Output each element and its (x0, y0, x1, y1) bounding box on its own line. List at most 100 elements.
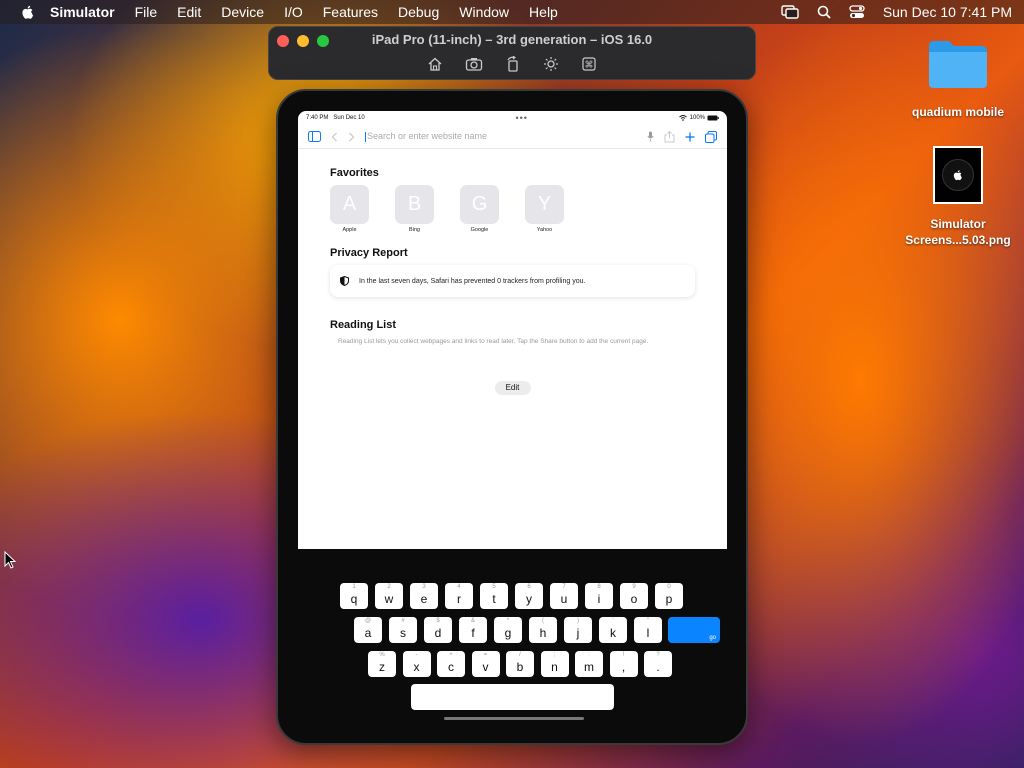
address-bar-placeholder: Search or enter website name (367, 131, 488, 142)
simulator-window-title: iPad Pro (11-inch) – 3rd generation – iO… (371, 32, 653, 47)
key-label: , (621, 660, 626, 674)
start-page: Favorites A Apple B Bing G Google Y Yaho… (298, 149, 727, 395)
edit-button[interactable]: Edit (494, 381, 531, 395)
mouse-pointer-icon (4, 551, 16, 569)
forward-icon[interactable] (348, 132, 355, 142)
favorite-label: Yahoo (536, 227, 553, 233)
menu-debug[interactable]: Debug (398, 4, 439, 20)
key-f[interactable]: & f (459, 617, 487, 643)
key-label: f (471, 626, 475, 640)
menubar-clock[interactable]: Sun Dec 10 7:41 PM (883, 4, 1012, 20)
desktop-screenshot-file[interactable]: Simulator Screens...5.03.png (898, 146, 1018, 248)
key-j[interactable]: ) j (564, 617, 592, 643)
key-e[interactable]: 3e (410, 583, 438, 609)
key-w[interactable]: 2w (375, 583, 403, 609)
key-h[interactable]: (h (529, 617, 557, 643)
back-icon[interactable] (331, 132, 338, 142)
key-u[interactable]: 7u (550, 583, 578, 609)
privacy-report-heading: Privacy Report (330, 247, 408, 259)
key-label: e (420, 592, 428, 606)
key-v[interactable]: = v (471, 651, 500, 677)
key-alt-label: 5 (492, 584, 496, 590)
key-alt-label: 9 (632, 584, 636, 590)
status-time: 7:40 PM (306, 115, 329, 121)
key-label: v (482, 660, 489, 674)
key-d[interactable]: $ d (424, 617, 452, 643)
key-c[interactable]: + c (437, 651, 465, 677)
key-q[interactable]: 1q (340, 583, 368, 609)
menu-edit[interactable]: Edit (177, 4, 201, 20)
privacy-report-card[interactable]: In the last seven days, Safari has preve… (330, 265, 695, 297)
multitasking-dots[interactable]: ••• (515, 113, 527, 123)
desktop-folder[interactable]: quadium mobile (902, 38, 1014, 119)
key-label: n (551, 660, 558, 674)
key-l[interactable]: " l (634, 617, 662, 643)
favorite-bing[interactable]: B Bing (395, 185, 434, 233)
key-z[interactable]: % z (368, 651, 396, 677)
menu-app-name[interactable]: Simulator (50, 4, 115, 20)
address-bar[interactable]: Search or enter website name (365, 131, 637, 142)
key-o[interactable]: 9o (620, 583, 648, 609)
key-m[interactable]: :m (575, 651, 603, 677)
ipad-device: 7:40 PM Sun Dec 10 ••• 100% Search or en… (276, 89, 748, 745)
share-icon[interactable] (664, 130, 675, 143)
screenshot-icon[interactable] (465, 56, 483, 72)
key-p[interactable]: 0p (655, 583, 683, 609)
favorite-apple[interactable]: A Apple (330, 185, 369, 233)
battery-percent: 100% (689, 115, 705, 121)
control-center-icon[interactable] (849, 5, 865, 19)
sidebar-toggle-icon[interactable] (308, 131, 321, 142)
key-label: . (656, 660, 660, 674)
menu-device[interactable]: Device (221, 4, 264, 20)
home-indicator[interactable] (444, 717, 584, 720)
menu-features[interactable]: Features (323, 4, 378, 20)
new-tab-icon[interactable] (685, 132, 695, 142)
command-icon[interactable]: ⌘ (581, 56, 597, 72)
menu-window[interactable]: Window (459, 4, 509, 20)
tabs-overview-icon[interactable] (705, 130, 717, 143)
status-date: Sun Dec 10 (333, 115, 365, 121)
rotate-icon[interactable] (505, 56, 521, 72)
screen-mirroring-icon[interactable] (781, 5, 799, 19)
key-,[interactable]: !, (609, 651, 638, 677)
key-alt-label: * (506, 618, 510, 624)
menu-help[interactable]: Help (529, 4, 558, 20)
privacy-report-text: In the last seven days, Safari has preve… (359, 277, 586, 285)
key-label: j (576, 626, 580, 640)
appearance-icon[interactable] (543, 56, 559, 72)
key-b[interactable]: / b (506, 651, 534, 677)
favorite-label: Google (470, 227, 489, 233)
go-key[interactable]: go (668, 617, 720, 643)
file-label-line1: Simulator (930, 217, 986, 231)
key-label: d (434, 626, 442, 640)
menu-file[interactable]: File (135, 4, 158, 20)
key-.[interactable]: ?. (644, 651, 672, 677)
key-r[interactable]: 4r (445, 583, 473, 609)
home-icon[interactable] (427, 56, 443, 72)
spotlight-search-icon[interactable] (817, 5, 831, 19)
space-key[interactable] (411, 684, 614, 710)
battery-icon (707, 115, 719, 121)
key-alt-label: = (483, 652, 488, 658)
apple-menu-icon[interactable] (20, 4, 36, 20)
key-g[interactable]: * g (494, 617, 522, 643)
menu-io[interactable]: I/O (284, 4, 303, 20)
key-t[interactable]: 5t (480, 583, 508, 609)
key-alt-label: # (401, 618, 405, 624)
key-n[interactable]: ; n (540, 651, 569, 677)
favorite-google[interactable]: G Google (460, 185, 499, 233)
key-a[interactable]: @ a (354, 617, 382, 643)
key-y[interactable]: 6y (515, 583, 543, 609)
microphone-icon[interactable] (647, 131, 654, 142)
key-s[interactable]: # s (389, 617, 417, 643)
key-x[interactable]: -x (402, 651, 431, 677)
key-k[interactable]: ' k (599, 617, 627, 643)
key-alt-label: + (449, 652, 453, 658)
key-i[interactable]: 8i (585, 583, 613, 609)
favorite-yahoo[interactable]: Y Yahoo (525, 185, 564, 233)
on-screen-keyboard: 1q2w3e4r5t6y7u8i9o0p @ a # s $ d & f * g(h) j ' k " l g… (298, 549, 727, 725)
key-alt-label: 3 (422, 584, 426, 590)
key-label: z (379, 660, 385, 674)
go-key-label: go (709, 635, 716, 641)
key-label: q (350, 592, 358, 606)
